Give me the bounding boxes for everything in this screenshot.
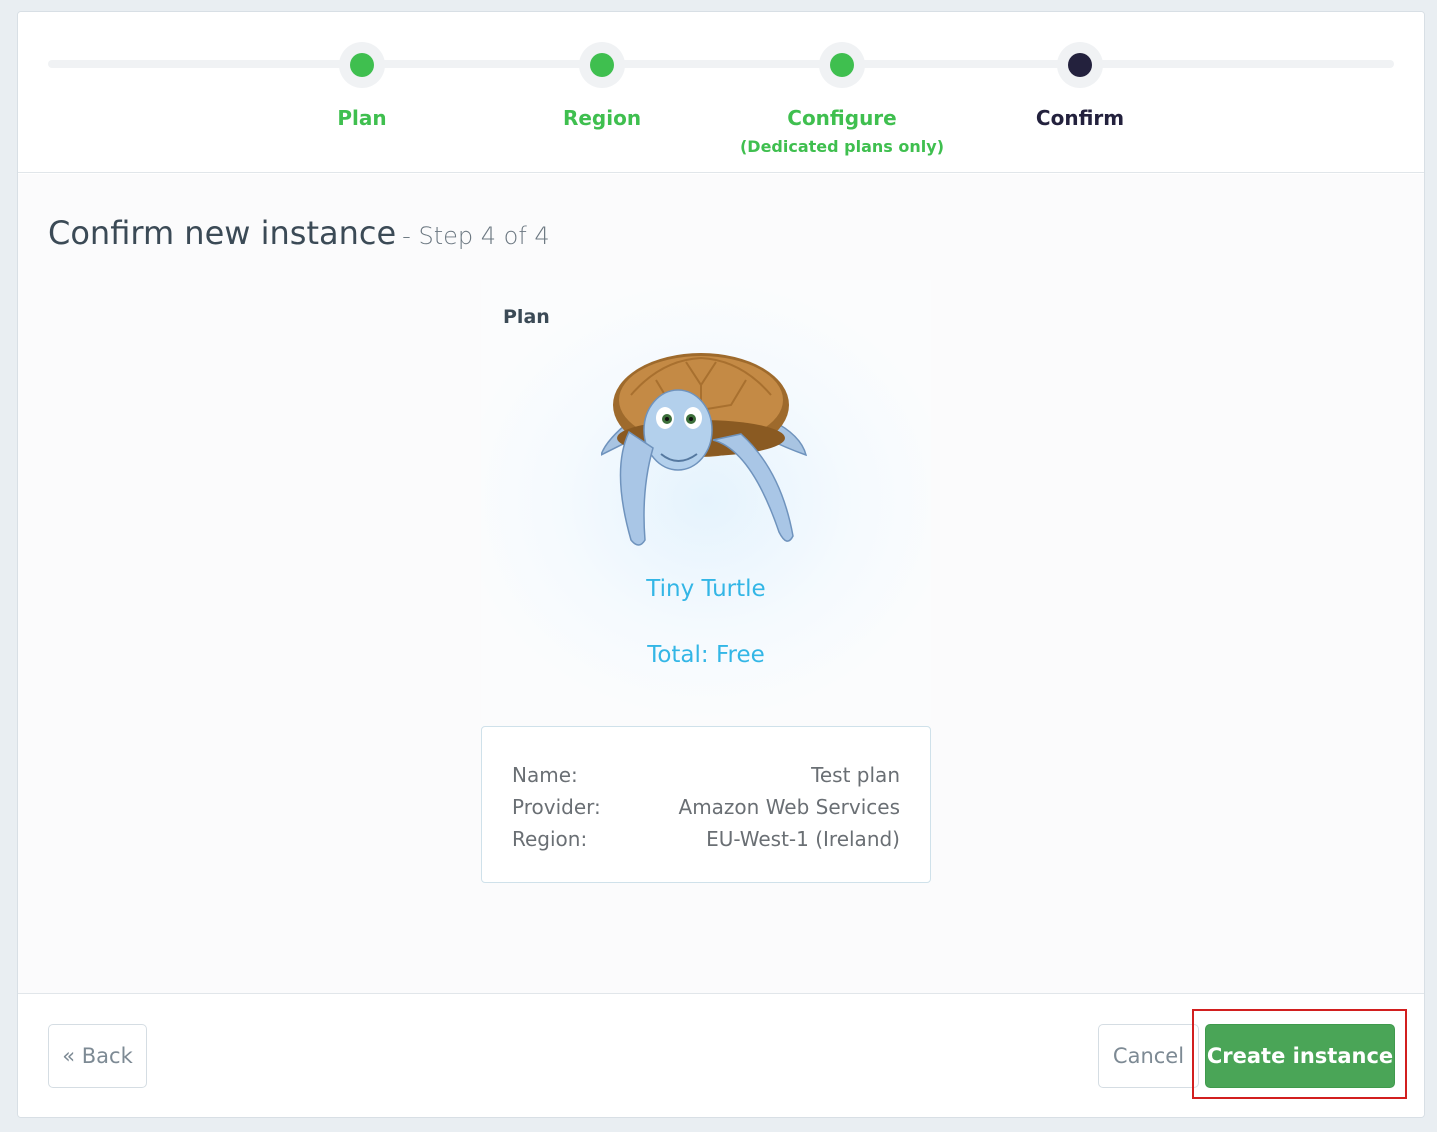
- create-instance-button[interactable]: Create instance: [1205, 1024, 1395, 1088]
- step-label: Region: [562, 106, 642, 130]
- wizard-stepper: Plan Region Configure (Dedicated plans o…: [18, 12, 1424, 173]
- step-label: Configure: [787, 106, 897, 130]
- page-title: Confirm new instance - Step 4 of 4: [48, 214, 550, 252]
- detail-row-region: Region: EU-West-1 (Ireland): [512, 823, 900, 855]
- step-indicator: [579, 42, 625, 88]
- step-configure[interactable]: Configure (Dedicated plans only): [712, 42, 972, 156]
- page-step-text: - Step 4 of 4: [402, 222, 550, 250]
- step-plan[interactable]: Plan: [232, 42, 492, 130]
- step-dot: [1068, 53, 1092, 77]
- step-dot: [350, 53, 374, 77]
- turtle-icon: [601, 353, 808, 546]
- step-sublabel: (Dedicated plans only): [739, 137, 944, 156]
- plan-section-title: Plan: [503, 306, 550, 328]
- confirm-content: Confirm new instance- Step 4 of 4 Plan: [18, 174, 1424, 993]
- plan-summary: Plan Tiny Turtle Total: Free: [481, 280, 931, 720]
- detail-label: Provider:: [512, 795, 601, 819]
- cancel-button[interactable]: Cancel: [1098, 1024, 1199, 1088]
- step-indicator: [339, 42, 385, 88]
- plan-total: Total: Free: [647, 642, 765, 668]
- page-title-text: Confirm new instance: [48, 214, 397, 252]
- step-label: Confirm: [1035, 106, 1125, 130]
- create-instance-card: Plan Region Configure (Dedicated plans o…: [17, 11, 1425, 1118]
- plan-name: Tiny Turtle: [646, 576, 766, 602]
- detail-value: Test plan: [811, 763, 900, 787]
- step-indicator: [1057, 42, 1103, 88]
- step-dot: [590, 53, 614, 77]
- detail-label: Region:: [512, 827, 588, 851]
- detail-row-provider: Provider: Amazon Web Services: [512, 791, 900, 823]
- back-button[interactable]: « Back: [48, 1024, 147, 1088]
- detail-row-name: Name: Test plan: [512, 759, 900, 791]
- detail-value: EU-West-1 (Ireland): [706, 827, 900, 851]
- detail-label: Name:: [512, 763, 578, 787]
- step-region[interactable]: Region: [472, 42, 732, 130]
- step-dot: [830, 53, 854, 77]
- step-confirm: Confirm: [950, 42, 1210, 130]
- instance-details: Name: Test plan Provider: Amazon Web Ser…: [481, 726, 931, 883]
- step-label: Plan: [337, 106, 387, 130]
- step-indicator: [819, 42, 865, 88]
- detail-value: Amazon Web Services: [678, 795, 900, 819]
- wizard-footer: « Back Cancel Create instance: [18, 993, 1424, 1117]
